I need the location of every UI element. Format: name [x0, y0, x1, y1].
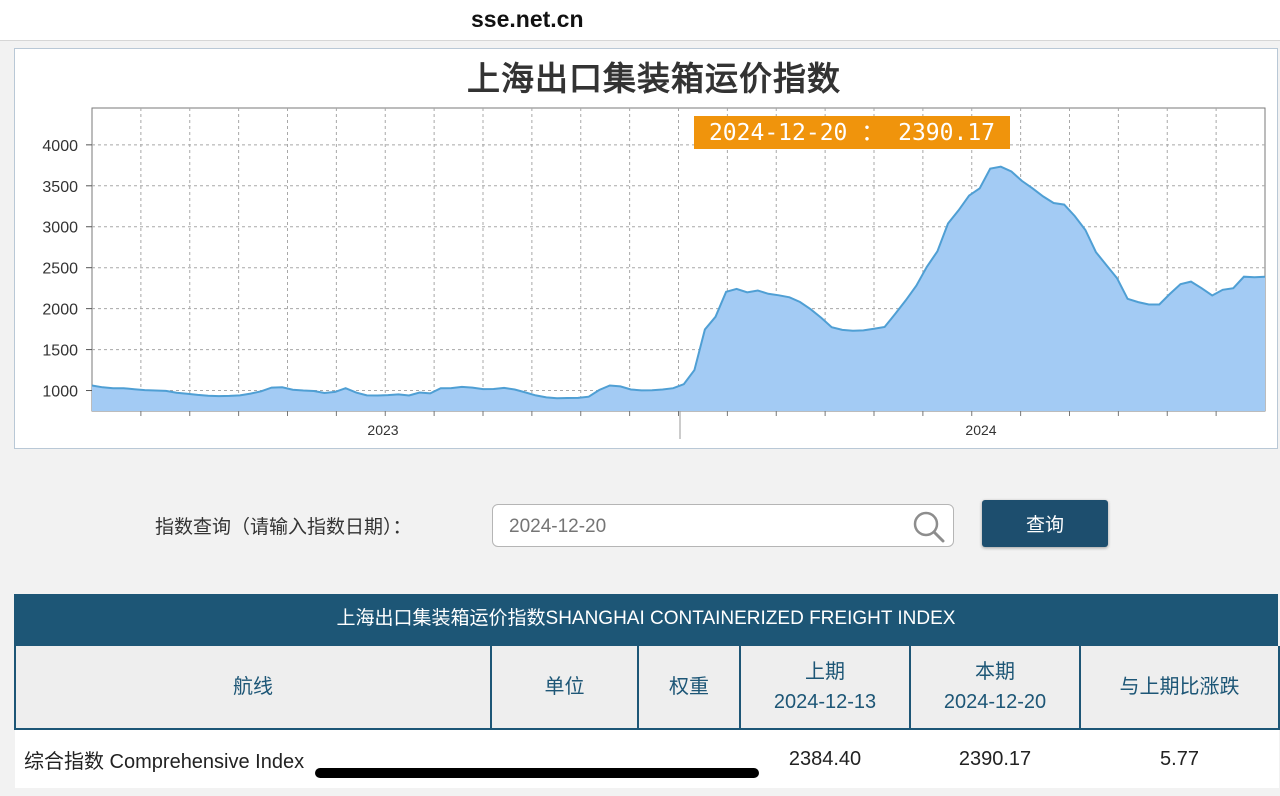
index-query-form: 指数查询（请输入指数日期）： 查询 [0, 495, 1280, 555]
header-weight: 权重 [637, 646, 741, 730]
cell-change: 5.77 [1080, 729, 1279, 788]
y-tick-label: 1500 [42, 343, 78, 360]
table-title: 上海出口集装箱运价指数SHANGHAI CONTAINERIZED FREIGH… [14, 594, 1278, 646]
freight-index-table: 上海出口集装箱运价指数SHANGHAI CONTAINERIZED FREIGH… [14, 594, 1280, 788]
y-tick-label: 1000 [42, 384, 78, 401]
table-row: 综合指数 Comprehensive Index 2384.40 2390.17… [15, 729, 1279, 788]
home-indicator [315, 768, 759, 778]
header-route: 航线 [14, 646, 492, 730]
cell-unit [491, 729, 638, 788]
header-previous: 上期 2024-12-13 [739, 646, 911, 730]
query-label: 指数查询（请输入指数日期）： [155, 516, 412, 538]
browser-address-bar[interactable]: sse.net.cn [0, 0, 1280, 41]
freight-index-chart[interactable]: 1000 1500 2000 2500 3000 3500 4000 2023 2024 2024… [15, 49, 1279, 450]
y-tick-label: 2500 [42, 261, 78, 278]
header-unit: 单位 [490, 646, 639, 730]
header-current-label: 本期 [975, 661, 1015, 683]
header-change: 与上期比涨跌 [1079, 646, 1280, 730]
url-text[interactable]: sse.net.cn [471, 6, 584, 33]
chart-panel: 上海出口集装箱运价指数 1000 1500 2000 2500 3000 3500 4000… [14, 48, 1278, 449]
y-tick-label: 3500 [42, 179, 78, 196]
y-tick-label: 4000 [42, 138, 78, 155]
query-button[interactable]: 查询 [982, 500, 1108, 547]
search-icon[interactable] [911, 509, 947, 549]
x-tick-label: 2024 [965, 422, 996, 438]
header-current: 本期 2024-12-20 [909, 646, 1081, 730]
tooltip-text: 2024-12-20 ： 2390.17 [709, 120, 995, 146]
date-input[interactable] [507, 514, 911, 540]
cell-route: 综合指数 Comprehensive Index [15, 729, 491, 788]
date-input-box[interactable] [492, 504, 954, 547]
table-header-row: 航线 单位 权重 上期 2024-12-13 本期 2024-12-20 与上期… [14, 646, 1280, 730]
y-tick-label: 3000 [42, 220, 78, 237]
header-previous-date: 2024-12-13 [773, 691, 877, 713]
x-tick-label: 2023 [367, 422, 398, 438]
cell-previous: 2384.40 [740, 729, 910, 788]
y-tick-label: 2000 [42, 302, 78, 319]
cell-current: 2390.17 [910, 729, 1080, 788]
cell-weight [638, 729, 740, 788]
header-current-date: 2024-12-20 [943, 691, 1047, 713]
header-previous-label: 上期 [805, 661, 845, 683]
index-table: 航线 单位 权重 上期 2024-12-13 本期 2024-12-20 与上期… [14, 646, 1280, 788]
